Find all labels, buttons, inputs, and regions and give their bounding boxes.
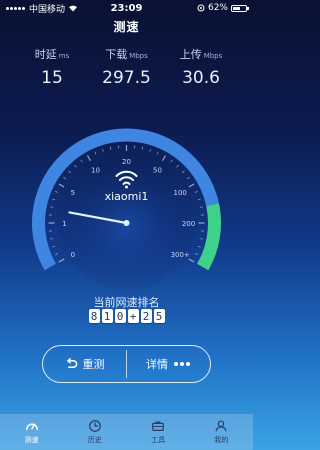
tab-history[interactable]: 历史 bbox=[75, 419, 115, 445]
details-button[interactable]: 详情 bbox=[127, 346, 210, 382]
status-bar: 中国移动 23:09 62% bbox=[0, 0, 253, 16]
gauge-tick bbox=[63, 176, 67, 180]
gauge-tick bbox=[149, 148, 151, 152]
gauge-tick bbox=[161, 155, 167, 161]
needle-hub bbox=[123, 220, 130, 226]
gauge-tick bbox=[52, 198, 56, 201]
tab-tools[interactable]: 工具 bbox=[138, 419, 178, 445]
gauge-scale-label: 50 bbox=[153, 166, 162, 174]
gauge-tick bbox=[50, 238, 54, 240]
gauge-tick bbox=[197, 245, 201, 248]
gauge-tick bbox=[86, 155, 92, 161]
rank-digits: 8 1 0 + 2 5 bbox=[0, 309, 253, 323]
gauge-tick bbox=[109, 146, 112, 150]
page-title: 测速 bbox=[113, 20, 140, 34]
latency-unit: ms bbox=[58, 52, 70, 60]
gauge-scale-label: 5 bbox=[71, 189, 75, 197]
gauge-tick bbox=[68, 170, 71, 174]
rank-digit: 5 bbox=[153, 309, 165, 323]
toolbox-icon bbox=[152, 421, 164, 431]
gauge-tick bbox=[188, 183, 195, 188]
gauge-scale-label: 1 bbox=[62, 220, 66, 228]
location-icon bbox=[197, 4, 205, 12]
clock-icon bbox=[89, 420, 101, 432]
speed-gauge: 0 1 5 10 20 50 100 200 300+ xiaomi1 bbox=[32, 128, 221, 290]
gauge-tick bbox=[186, 176, 190, 180]
download-metric: 下载 Mbps 297.5 bbox=[93, 46, 161, 88]
gauge-tick bbox=[194, 190, 198, 193]
rank-digit: 8 bbox=[88, 309, 100, 323]
gauge-tick bbox=[197, 198, 201, 201]
details-label: 详情 bbox=[146, 358, 168, 371]
retest-label: 重测 bbox=[82, 358, 105, 371]
upload-value: 30.6 bbox=[182, 68, 220, 88]
gauge-tick bbox=[52, 245, 56, 248]
retest-button[interactable]: 重测 bbox=[43, 346, 126, 382]
gauge-scale-label: 200 bbox=[182, 220, 195, 228]
status-right: 62% bbox=[197, 3, 249, 13]
gauge-tick bbox=[94, 151, 97, 155]
network-ssid: xiaomi1 bbox=[105, 190, 149, 203]
tab-speedtest[interactable]: 测速 bbox=[12, 419, 52, 445]
signal-icon bbox=[6, 3, 26, 13]
battery-icon bbox=[231, 4, 249, 12]
gauge-tick bbox=[188, 258, 195, 263]
tab-tools-label: 工具 bbox=[151, 436, 166, 444]
gauge-tick bbox=[58, 183, 65, 188]
gauge-tick bbox=[50, 206, 54, 208]
gauge-tick bbox=[55, 253, 59, 256]
status-time: 23:09 bbox=[110, 2, 143, 14]
latency-metric: 时延 ms 15 bbox=[18, 46, 86, 88]
gauge-tick bbox=[80, 159, 83, 163]
upload-label: 上传 bbox=[179, 48, 202, 61]
gauge-scale-label: 100 bbox=[174, 189, 187, 197]
tab-history-label: 历史 bbox=[87, 436, 102, 444]
tab-bar: 测速 历史 工具 我的 bbox=[0, 414, 253, 450]
gauge-tick bbox=[74, 164, 77, 168]
gauge-tick bbox=[199, 238, 203, 240]
gauge-scale-label: 20 bbox=[122, 158, 131, 166]
gauge-tick bbox=[170, 159, 173, 163]
gauge-tick bbox=[141, 146, 144, 150]
gauge-tick bbox=[102, 148, 104, 152]
rank-title: 当前网速排名 bbox=[93, 296, 160, 309]
battery-percent: 62% bbox=[207, 3, 228, 13]
download-value: 297.5 bbox=[102, 68, 151, 88]
metrics-row: 时延 ms 15 下载 Mbps 297.5 上传 Mbps 30.6 bbox=[0, 46, 253, 88]
upload-metric: 上传 Mbps 30.6 bbox=[167, 46, 235, 88]
latency-value: 15 bbox=[41, 68, 63, 88]
download-label: 下载 bbox=[105, 48, 128, 61]
rank-digit: + bbox=[127, 309, 139, 323]
rank-digit: 1 bbox=[101, 309, 113, 323]
carrier-label: 中国移动 bbox=[29, 4, 66, 15]
gauge-tick bbox=[199, 206, 203, 208]
rank-digit: 2 bbox=[140, 309, 152, 323]
user-icon bbox=[215, 420, 227, 432]
status-left: 中国移动 bbox=[6, 2, 78, 15]
download-unit: Mbps bbox=[129, 52, 148, 60]
gauge-tick bbox=[182, 170, 185, 174]
gauge-scale-label: 10 bbox=[91, 166, 100, 174]
gauge-upload-arc bbox=[196, 203, 221, 271]
tab-profile-label: 我的 bbox=[214, 436, 229, 444]
gauge-tick bbox=[58, 258, 65, 263]
gauge-scale-label: 300+ bbox=[171, 251, 190, 259]
latency-label: 时延 bbox=[34, 48, 57, 61]
tab-profile[interactable]: 我的 bbox=[201, 419, 241, 445]
retest-icon bbox=[66, 357, 77, 368]
gauge-tick bbox=[176, 164, 179, 168]
more-icon bbox=[174, 362, 190, 366]
wifi-icon bbox=[69, 5, 78, 12]
gauge-scale-label: 0 bbox=[71, 251, 75, 259]
rank-digit: 0 bbox=[114, 309, 126, 323]
gauge-tick bbox=[156, 151, 159, 155]
gauge-tick bbox=[55, 190, 59, 193]
tab-speedtest-label: 测速 bbox=[24, 436, 39, 444]
gauge-tick bbox=[194, 253, 198, 256]
upload-unit: Mbps bbox=[203, 52, 223, 60]
action-buttons: 重测 详情 bbox=[42, 345, 211, 383]
speedometer-icon bbox=[25, 423, 38, 431]
